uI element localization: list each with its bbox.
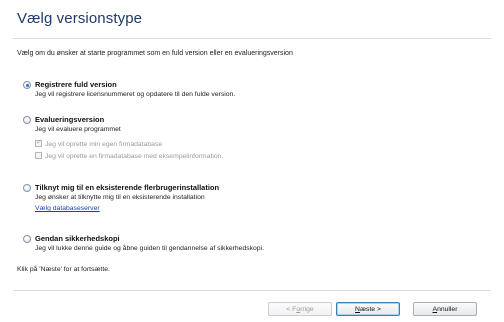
footer-divider xyxy=(13,290,491,291)
option-evaluation-title: Evalueringsversion xyxy=(35,115,105,124)
option-multiuser-desc: Jeg ønsker at tilknytte mig til en eksis… xyxy=(35,194,205,201)
checkbox-sample-database-box[interactable] xyxy=(35,152,42,159)
back-button[interactable]: < Forrige xyxy=(268,302,332,316)
radio-multiuser[interactable] xyxy=(23,184,31,192)
option-restore-backup-title: Gendan sikkerhedskopi xyxy=(35,234,120,243)
next-button[interactable]: Næste > xyxy=(336,302,400,316)
checkbox-own-database-box[interactable] xyxy=(35,138,42,147)
dialog-title: Vælg versionstype xyxy=(17,10,143,27)
dialog-intro: Vælg om du ønsker at starte programmet s… xyxy=(17,50,293,57)
footer-hint: Klik på 'Næste' for at fortsætte. xyxy=(17,266,110,273)
next-button-label: æste > xyxy=(359,306,381,313)
radio-full-version[interactable] xyxy=(23,81,31,89)
option-multiuser-title: Tilknyt mig til en eksisterende flerbrug… xyxy=(35,183,220,192)
option-evaluation-desc: Jeg vil evaluere programmet xyxy=(35,126,121,133)
cancel-button-label: nnuller xyxy=(437,306,458,313)
back-button-label-b: rrige xyxy=(300,306,314,313)
select-database-server-link[interactable]: Vælg databaseserver xyxy=(35,205,100,212)
checkbox-own-database-label: Jeg vil oprette min egen firmadatabase xyxy=(45,141,163,148)
version-type-dialog: Vælg versionstype Vælg om du ønsker at s… xyxy=(0,0,504,322)
back-button-label-a: < F xyxy=(286,306,297,313)
option-restore-backup-desc: Jeg vil lukke denne guide og åbne guiden… xyxy=(35,245,264,252)
header-divider xyxy=(13,38,491,39)
checkbox-sample-database[interactable]: Jeg vil oprette en firmadatabase med eks… xyxy=(35,152,223,160)
cancel-button[interactable]: Annuller xyxy=(413,302,477,316)
radio-evaluation[interactable] xyxy=(23,116,31,124)
checkbox-own-database[interactable]: Jeg vil oprette min egen firmadatabase xyxy=(35,138,163,148)
option-full-version-title: Registrere fuld version xyxy=(35,80,117,89)
button-bar: < Forrige Næste > Annuller xyxy=(0,302,504,318)
checkbox-sample-database-label: Jeg vil oprette en firmadatabase med eks… xyxy=(45,153,224,160)
radio-restore-backup[interactable] xyxy=(23,235,31,243)
option-full-version-desc: Jeg vil registrere licensnummeret og opd… xyxy=(35,91,236,98)
